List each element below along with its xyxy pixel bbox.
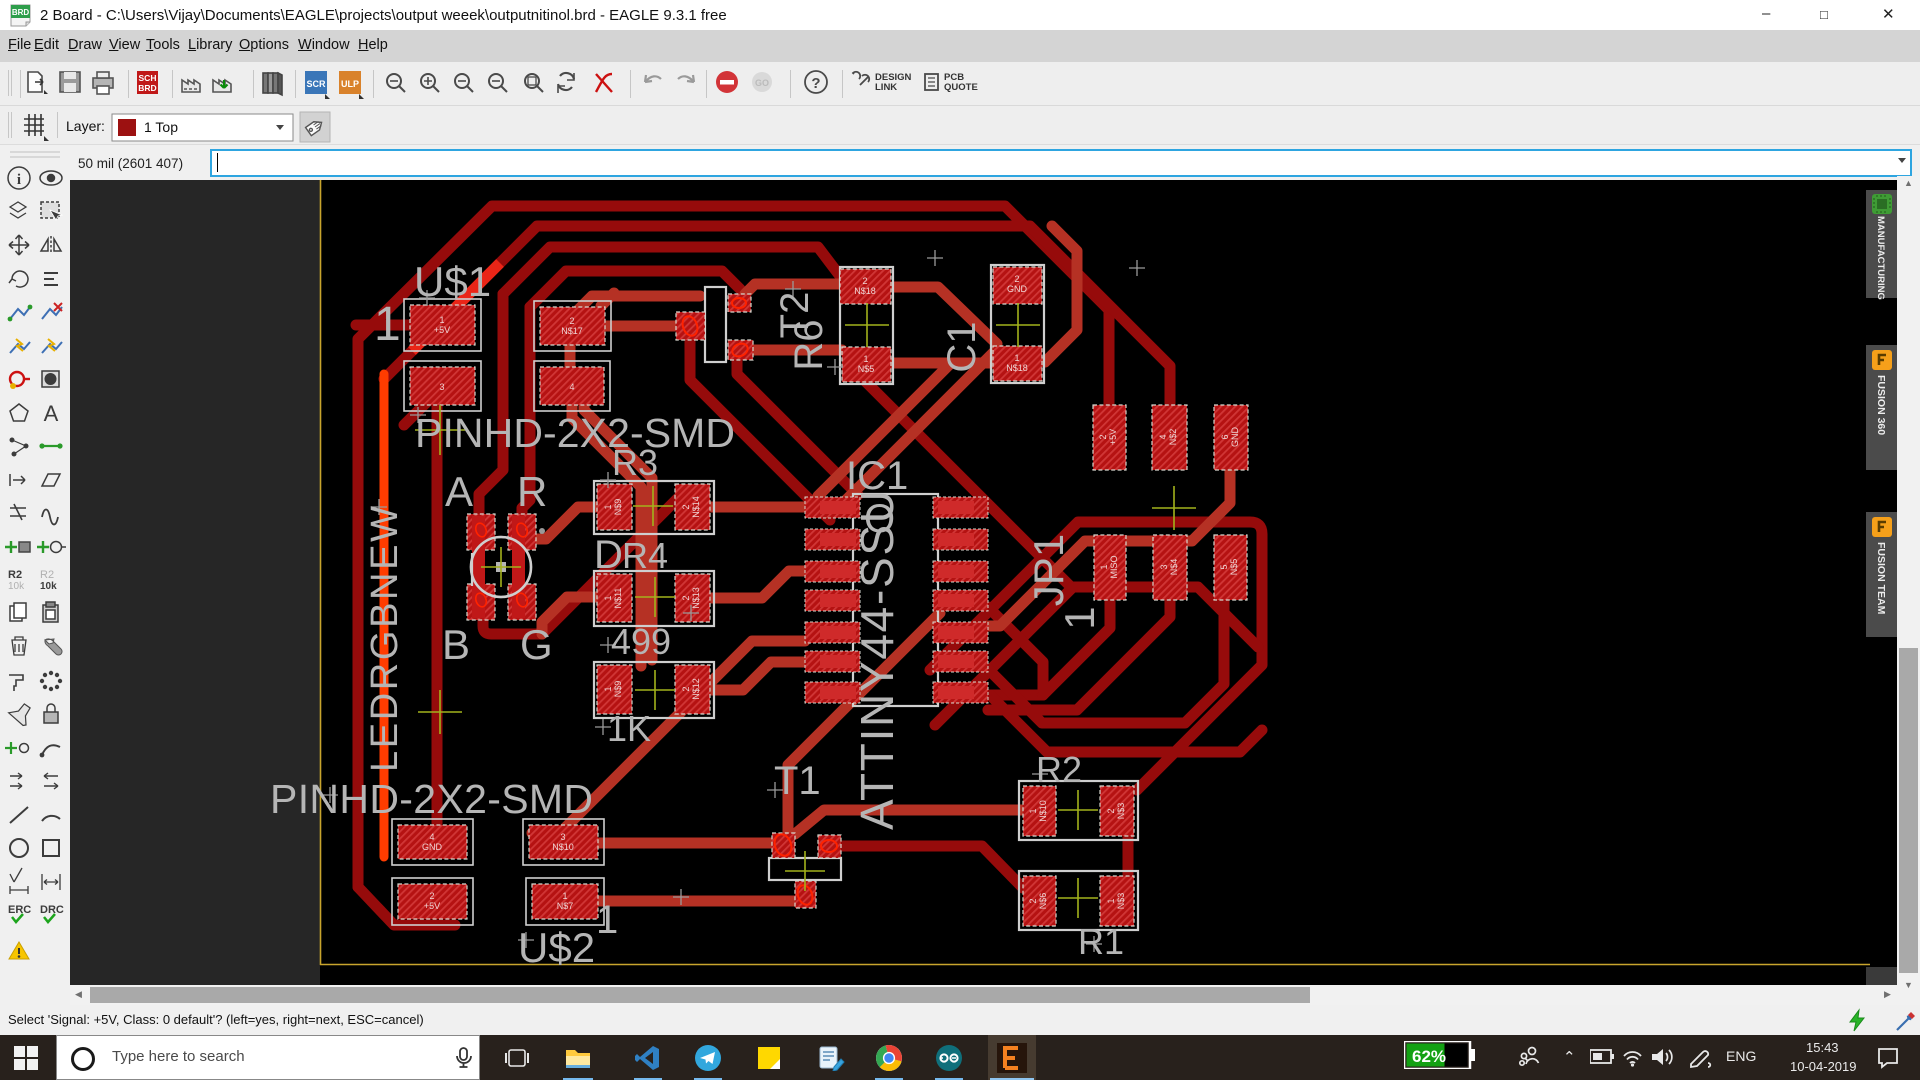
svg-text:ULP: ULP (341, 79, 359, 89)
svg-text:U$1: U$1 (414, 258, 491, 305)
svg-text:+5V: +5V (434, 325, 450, 335)
svg-text:1: 1 (562, 891, 567, 901)
svg-text:U$2: U$2 (518, 924, 595, 971)
svg-text:N$9: N$9 (613, 499, 623, 516)
svg-text:2: 2 (1098, 434, 1108, 439)
svg-text:1: 1 (439, 315, 444, 325)
svg-text:N$17: N$17 (561, 326, 583, 336)
svg-text:2: 2 (1014, 274, 1019, 284)
svg-text:1: 1 (1106, 898, 1116, 903)
svg-text:ATTINY44-SSU: ATTINY44-SSU (851, 490, 903, 830)
svg-text:A: A (44, 401, 59, 426)
svg-text:3: 3 (560, 832, 565, 842)
svg-text:2: 2 (1106, 808, 1116, 813)
svg-text:2: 2 (862, 276, 867, 286)
svg-text:1: 1 (374, 298, 401, 351)
svg-text:R: R (517, 468, 547, 515)
svg-text:QUOTE: QUOTE (944, 82, 978, 93)
svg-text:3: 3 (1159, 564, 1169, 569)
svg-text:R2: R2 (40, 569, 54, 581)
svg-text:MISO: MISO (1109, 555, 1119, 578)
svg-text:10k: 10k (40, 581, 57, 592)
svg-text:N$12: N$12 (691, 678, 701, 700)
svg-text:1 Top: 1 Top (144, 119, 178, 135)
svg-text:2: 2 (681, 504, 691, 509)
svg-text:5: 5 (1219, 564, 1229, 569)
svg-text:N$14: N$14 (691, 496, 701, 518)
svg-text:1: 1 (603, 595, 613, 600)
svg-text:499: 499 (611, 621, 671, 662)
svg-text:N$10: N$10 (552, 842, 574, 852)
svg-text:BRD: BRD (12, 8, 30, 17)
svg-text:3: 3 (439, 382, 444, 392)
svg-text:1: 1 (1014, 353, 1019, 363)
svg-text:4: 4 (429, 832, 434, 842)
svg-text:N$3: N$3 (1116, 803, 1126, 820)
svg-text:PINHD-2X2-SMD: PINHD-2X2-SMD (415, 410, 735, 456)
svg-text:1: 1 (1099, 564, 1109, 569)
svg-text:?: ? (811, 75, 820, 92)
svg-text:G: G (520, 621, 553, 668)
svg-text:PINHD-2X2-SMD: PINHD-2X2-SMD (270, 776, 593, 822)
svg-text:N$13: N$13 (691, 587, 701, 609)
svg-text:N$5: N$5 (1229, 559, 1239, 576)
svg-text:Layer:: Layer: (66, 118, 105, 134)
svg-text:SCR: SCR (306, 79, 326, 89)
svg-text:R6: R6 (787, 319, 831, 370)
svg-text:1: 1 (603, 686, 613, 691)
svg-text:GND: GND (422, 842, 443, 852)
svg-text:4: 4 (1158, 434, 1168, 439)
svg-text:1: 1 (863, 354, 868, 364)
svg-text:N$9: N$9 (613, 681, 623, 698)
svg-text:LEDRGBNEW: LEDRGBNEW (364, 506, 406, 772)
svg-text:R3: R3 (612, 442, 658, 483)
svg-text:JP1: JP1 (1025, 534, 1072, 606)
svg-text:DRC: DRC (40, 904, 64, 916)
svg-text:1K: 1K (607, 708, 651, 749)
svg-text:GND: GND (1230, 427, 1240, 448)
svg-text:N$5: N$5 (858, 364, 875, 374)
svg-text:62%: 62% (1412, 1047, 1446, 1066)
svg-text:+5V: +5V (424, 901, 440, 911)
svg-text:LINK: LINK (875, 82, 897, 93)
svg-text:R4: R4 (622, 535, 668, 576)
svg-text:D: D (594, 533, 623, 577)
svg-text:B: B (442, 621, 470, 668)
svg-text:N$10: N$10 (1038, 800, 1048, 822)
svg-text:2: 2 (429, 891, 434, 901)
svg-text:6: 6 (1220, 434, 1230, 439)
svg-text:N$6: N$6 (1038, 893, 1048, 910)
svg-text:1: 1 (603, 504, 613, 509)
svg-text:R2: R2 (8, 569, 22, 581)
svg-text:R1: R1 (1078, 921, 1124, 962)
svg-text:BRD: BRD (138, 83, 156, 93)
svg-text:i: i (17, 172, 21, 188)
svg-text:N$7: N$7 (557, 901, 574, 911)
svg-text:2: 2 (1028, 898, 1038, 903)
svg-text:1: 1 (1028, 808, 1038, 813)
svg-text:N$3: N$3 (1116, 893, 1126, 910)
svg-text:A: A (445, 468, 473, 515)
svg-text:N$11: N$11 (613, 588, 623, 609)
svg-text:C1: C1 (940, 321, 984, 372)
svg-text:4: 4 (569, 382, 574, 392)
svg-text:ERC: ERC (8, 904, 31, 916)
svg-text:+5V: +5V (1108, 429, 1118, 445)
svg-text:T1: T1 (774, 759, 821, 803)
svg-text:2: 2 (681, 595, 691, 600)
svg-text:1: 1 (1056, 606, 1103, 629)
svg-text:SCH: SCH (139, 73, 157, 83)
svg-text:2: 2 (569, 316, 574, 326)
svg-text:N$2: N$2 (1168, 429, 1178, 446)
svg-text:GND: GND (1007, 284, 1028, 294)
svg-text:1: 1 (596, 898, 618, 942)
svg-text:N$18: N$18 (1006, 363, 1028, 373)
svg-text:GO: GO (755, 78, 769, 88)
svg-text:R2: R2 (1036, 749, 1082, 790)
svg-text:N$18: N$18 (854, 286, 876, 296)
svg-text:2: 2 (681, 686, 691, 691)
svg-text:N$4: N$4 (1169, 559, 1179, 576)
svg-text:10k: 10k (8, 581, 25, 592)
